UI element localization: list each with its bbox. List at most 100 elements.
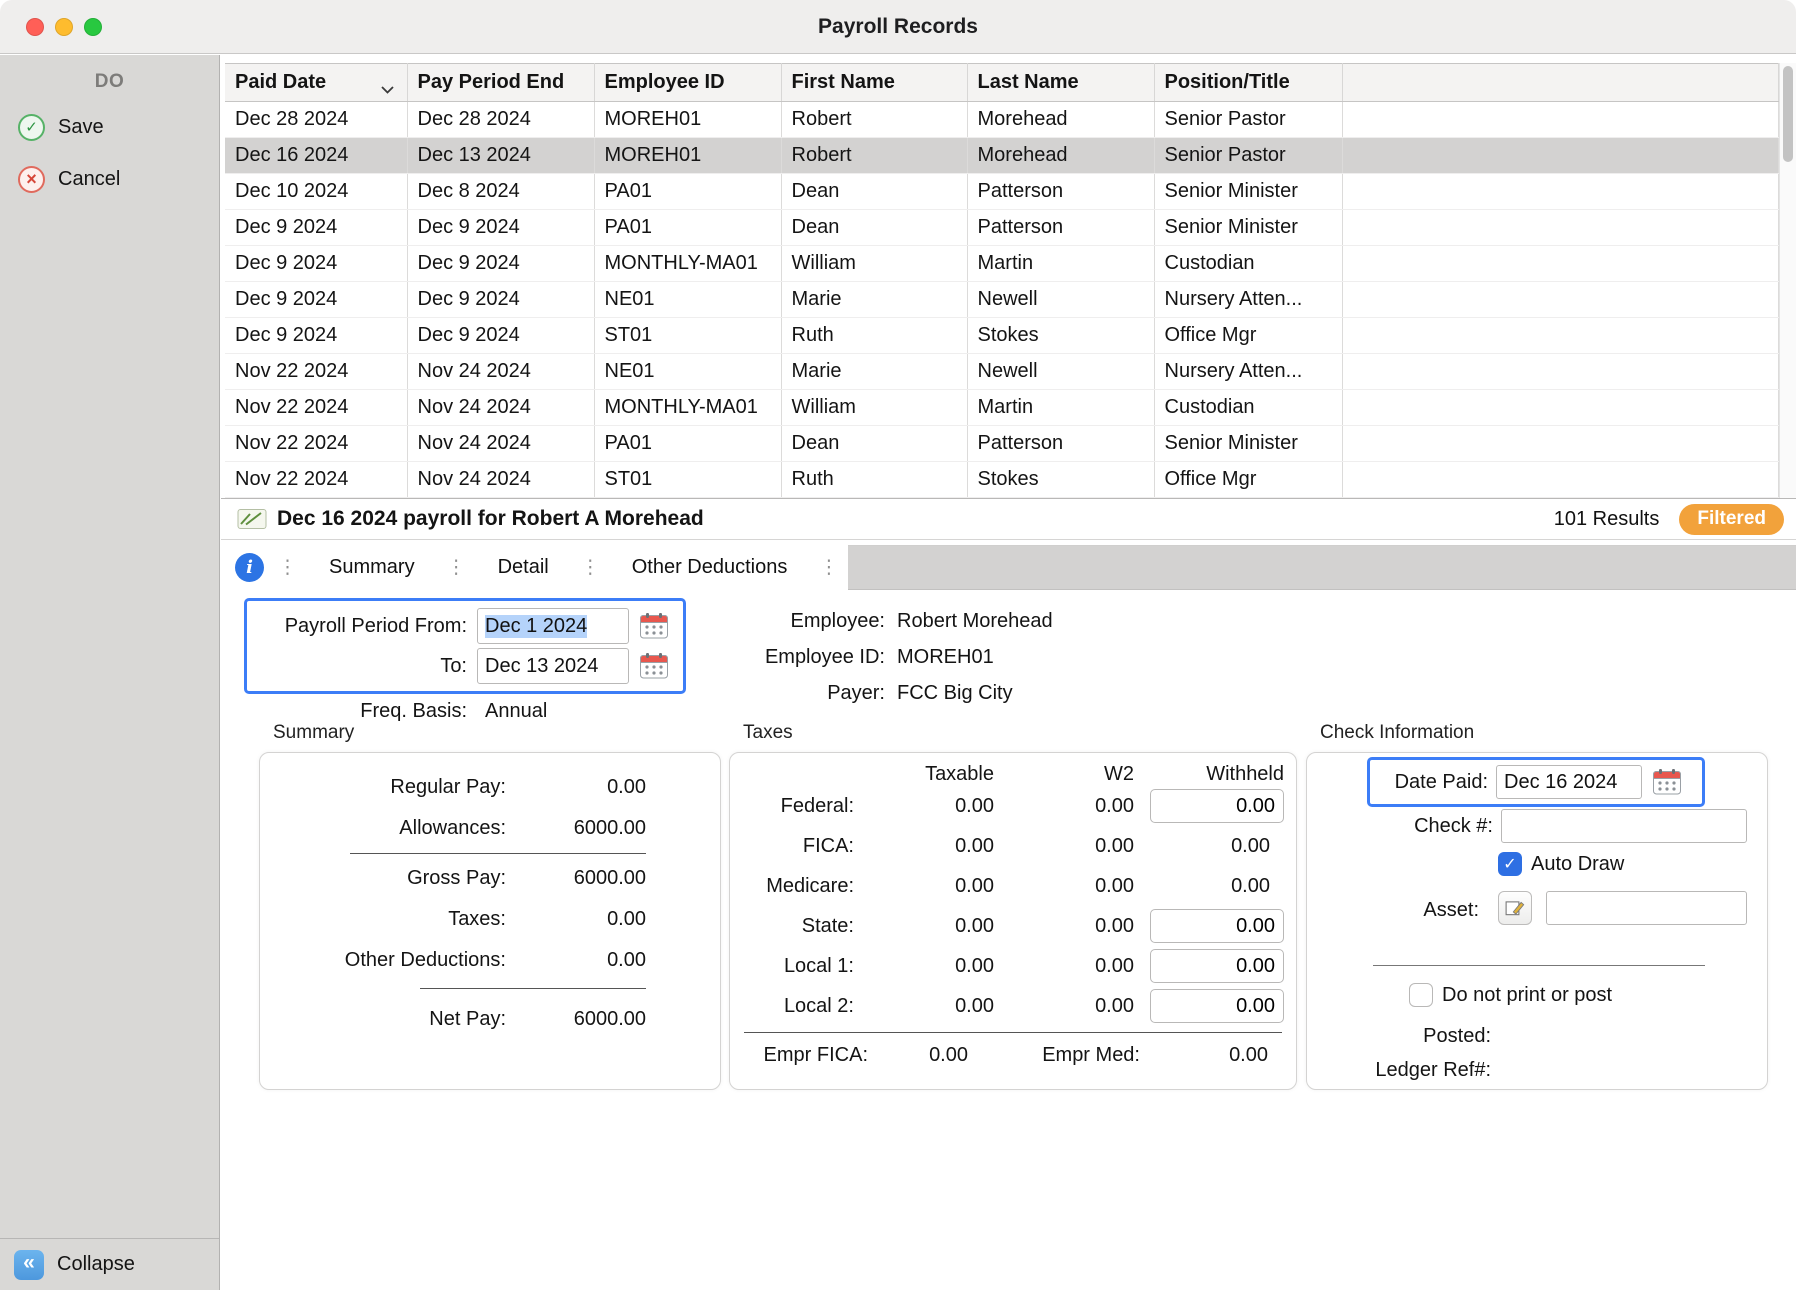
federal-withheld-input[interactable] bbox=[1150, 789, 1284, 823]
table-cell-empty bbox=[1342, 138, 1779, 174]
table-cell-empty bbox=[1342, 102, 1779, 138]
table-row[interactable]: Dec 9 2024Dec 9 2024PA01DeanPattersonSen… bbox=[225, 210, 1779, 246]
withheld-column-header: Withheld bbox=[1134, 763, 1284, 786]
auto-draw-row: ✓ Auto Draw bbox=[1498, 852, 1624, 876]
info-icon[interactable]: i bbox=[235, 553, 264, 582]
collapse-chevrons-icon: « bbox=[14, 1250, 44, 1280]
window-title: Payroll Records bbox=[0, 0, 1796, 54]
titlebar: Payroll Records bbox=[0, 0, 1796, 54]
empr-med-label: Empr Med: bbox=[968, 1044, 1140, 1067]
sidebar-header: DO bbox=[0, 71, 219, 93]
ledger-ref-label: Ledger Ref#: bbox=[1307, 1059, 1491, 1082]
table-row[interactable]: Dec 9 2024Dec 9 2024ST01RuthStokesOffice… bbox=[225, 318, 1779, 354]
check-number-label: Check #: bbox=[1307, 815, 1493, 838]
column-header-position-title[interactable]: Position/Title bbox=[1154, 64, 1342, 102]
table-row[interactable]: Nov 22 2024Nov 24 2024PA01DeanPattersonS… bbox=[225, 426, 1779, 462]
table-cell: Dec 9 2024 bbox=[225, 282, 407, 318]
check-number-input[interactable] bbox=[1501, 809, 1747, 843]
table-cell: PA01 bbox=[594, 174, 781, 210]
table-cell: Dec 16 2024 bbox=[225, 138, 407, 174]
table-cell: Patterson bbox=[967, 210, 1154, 246]
table-cell-empty bbox=[1342, 282, 1779, 318]
table-cell: Martin bbox=[967, 246, 1154, 282]
table-cell: William bbox=[781, 390, 967, 426]
period-to-input[interactable] bbox=[477, 648, 629, 684]
fica-w2: 0.00 bbox=[994, 835, 1134, 858]
column-header-paid-date[interactable]: Paid Date bbox=[225, 64, 407, 102]
taxes-column-headers: Taxable W2 Withheld bbox=[730, 753, 1296, 786]
save-check-icon: ✓ bbox=[18, 114, 45, 141]
tax-row-federal: Federal: 0.00 0.00 bbox=[730, 786, 1296, 826]
table-row[interactable]: Nov 22 2024Nov 24 2024MONTHLY-MA01Willia… bbox=[225, 390, 1779, 426]
table-row[interactable]: Nov 22 2024Nov 24 2024NE01MarieNewellNur… bbox=[225, 354, 1779, 390]
table-row[interactable]: Dec 16 2024Dec 13 2024MOREH01RobertMoreh… bbox=[225, 138, 1779, 174]
column-header-employee-id[interactable]: Employee ID bbox=[594, 64, 781, 102]
table-cell: MONTHLY-MA01 bbox=[594, 246, 781, 282]
table-cell: Dean bbox=[781, 426, 967, 462]
local1-withheld-input[interactable] bbox=[1150, 949, 1284, 983]
gross-pay-label: Gross Pay: bbox=[290, 867, 506, 890]
period-to-row: To: bbox=[255, 647, 675, 685]
tab-summary[interactable]: Summary bbox=[307, 545, 437, 590]
do-not-print-checkbox[interactable] bbox=[1409, 983, 1433, 1007]
local2-taxable: 0.00 bbox=[854, 995, 994, 1018]
table-cell: Dec 9 2024 bbox=[225, 246, 407, 282]
date-paid-calendar-icon[interactable] bbox=[1652, 768, 1682, 796]
table-cell: Nursery Atten... bbox=[1154, 354, 1342, 390]
payer-label: Payer: bbox=[625, 682, 885, 705]
auto-draw-checkbox[interactable]: ✓ bbox=[1498, 852, 1522, 876]
table-cell: Dec 9 2024 bbox=[407, 210, 594, 246]
table-row[interactable]: Dec 9 2024Dec 9 2024NE01MarieNewellNurse… bbox=[225, 282, 1779, 318]
state-label: State: bbox=[736, 915, 854, 938]
asset-picker-button[interactable] bbox=[1498, 891, 1532, 925]
asset-input[interactable] bbox=[1546, 891, 1747, 925]
column-header-last-name[interactable]: Last Name bbox=[967, 64, 1154, 102]
taxes-header-spacer bbox=[736, 763, 854, 786]
column-header-first-name[interactable]: First Name bbox=[781, 64, 967, 102]
table-cell-empty bbox=[1342, 174, 1779, 210]
filtered-badge[interactable]: Filtered bbox=[1679, 504, 1784, 535]
table-cell-empty bbox=[1342, 426, 1779, 462]
table-row[interactable]: Nov 22 2024Nov 24 2024ST01RuthStokesOffi… bbox=[225, 462, 1779, 498]
asset-picker-icon bbox=[1505, 898, 1525, 918]
table-cell: Senior Minister bbox=[1154, 174, 1342, 210]
cancel-button[interactable]: × Cancel bbox=[0, 153, 219, 205]
table-scrollbar[interactable] bbox=[1779, 63, 1796, 498]
table-row[interactable]: Dec 9 2024Dec 9 2024MONTHLY-MA01WilliamM… bbox=[225, 246, 1779, 282]
allowances-label: Allowances: bbox=[290, 817, 506, 840]
empr-fica-value: 0.00 bbox=[868, 1044, 968, 1067]
fica-taxable: 0.00 bbox=[854, 835, 994, 858]
local1-label: Local 1: bbox=[736, 955, 854, 978]
taxes-value: 0.00 bbox=[506, 908, 646, 931]
table-cell: Newell bbox=[967, 282, 1154, 318]
table-cell: Nov 22 2024 bbox=[225, 390, 407, 426]
period-from-input[interactable]: Dec 1 2024 bbox=[477, 608, 629, 644]
taxes-panel: Taxable W2 Withheld Federal: 0.00 0.00 F… bbox=[729, 752, 1297, 1090]
table-cell: Ruth bbox=[781, 318, 967, 354]
local2-withheld-input[interactable] bbox=[1150, 989, 1284, 1023]
freq-basis-label: Freq. Basis: bbox=[244, 700, 467, 723]
tab-detail[interactable]: Detail bbox=[476, 545, 571, 590]
scrollbar-thumb[interactable] bbox=[1783, 66, 1793, 162]
table-cell: Nov 24 2024 bbox=[407, 426, 594, 462]
summary-row: Regular Pay: 0.00 bbox=[290, 767, 646, 808]
table-cell: Nov 22 2024 bbox=[225, 426, 407, 462]
summary-panel-group: Summary Regular Pay: 0.00 Allowances: 60… bbox=[259, 722, 721, 1090]
local2-label: Local 2: bbox=[736, 995, 854, 1018]
cancel-label: Cancel bbox=[58, 168, 120, 191]
table-row[interactable]: Dec 28 2024Dec 28 2024MOREH01RobertMoreh… bbox=[225, 102, 1779, 138]
save-button[interactable]: ✓ Save bbox=[0, 101, 219, 153]
employee-info-block: Employee: Robert Morehead Employee ID: M… bbox=[625, 610, 1053, 705]
w2-column-header: W2 bbox=[994, 763, 1134, 786]
state-withheld-input[interactable] bbox=[1150, 909, 1284, 943]
table-cell: Martin bbox=[967, 390, 1154, 426]
table-cell: William bbox=[781, 246, 967, 282]
date-paid-input[interactable] bbox=[1496, 765, 1642, 799]
table-cell: MONTHLY-MA01 bbox=[594, 390, 781, 426]
tab-other-deductions[interactable]: Other Deductions bbox=[610, 545, 810, 590]
table-row[interactable]: Dec 10 2024Dec 8 2024PA01DeanPattersonSe… bbox=[225, 174, 1779, 210]
table-cell: Dec 9 2024 bbox=[407, 282, 594, 318]
payroll-records-window: Payroll Records DO ✓ Save × Cancel « Col… bbox=[0, 0, 1796, 1290]
collapse-button[interactable]: « Collapse bbox=[0, 1238, 219, 1290]
column-header-pay-period-end[interactable]: Pay Period End bbox=[407, 64, 594, 102]
